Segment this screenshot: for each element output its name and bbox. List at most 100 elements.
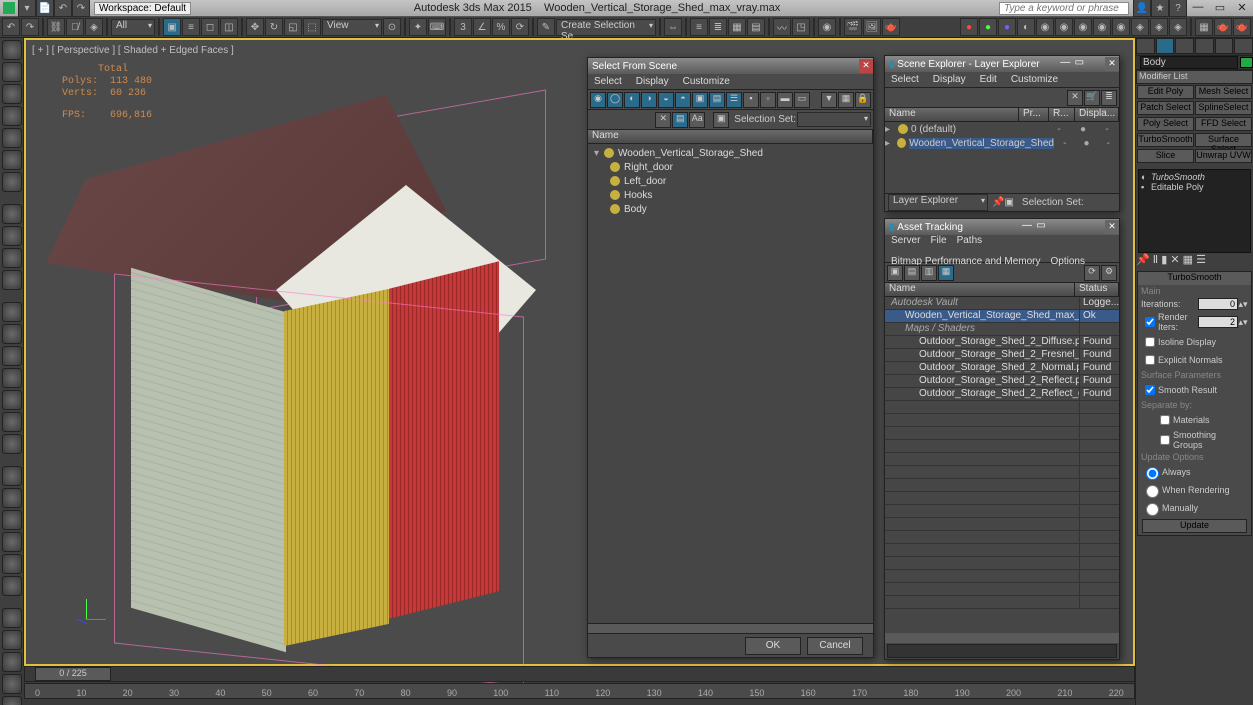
scene-exp-mode-combo[interactable]: Layer Explorer bbox=[888, 194, 988, 211]
geo-d[interactable] bbox=[2, 368, 22, 388]
asset-refresh-icon[interactable]: ⟳ bbox=[1084, 265, 1100, 281]
object-name-field[interactable]: Body bbox=[1140, 56, 1238, 69]
vray-tool-a[interactable]: ◈ bbox=[1131, 18, 1149, 36]
asset-close[interactable]: ✕ bbox=[1105, 220, 1119, 234]
vray-tool-b[interactable]: ◈ bbox=[1150, 18, 1168, 36]
scale-tool[interactable]: ◱ bbox=[284, 18, 302, 36]
filter-cam-icon[interactable]: ◑ bbox=[641, 92, 657, 108]
material-editor-button[interactable]: ◉ bbox=[818, 18, 836, 36]
sep-materials-check[interactable] bbox=[1160, 415, 1170, 425]
layer-row[interactable]: ▸0 (default)-●- bbox=[885, 122, 1119, 136]
asset-row[interactable]: Outdoor_Storage_Shed_2_Fresnel_IOR.pngFo… bbox=[885, 349, 1119, 362]
smooth-result-check[interactable] bbox=[1145, 385, 1155, 395]
vray-cam[interactable]: ◉ bbox=[1074, 18, 1092, 36]
titlebar-tool-4[interactable]: ↷ bbox=[72, 0, 90, 17]
modifier-list-combo[interactable]: Modifier List bbox=[1136, 70, 1253, 84]
view-funnel-icon[interactable]: ▼ bbox=[821, 92, 837, 108]
filter-bone-icon[interactable]: ☰ bbox=[726, 92, 742, 108]
view-lock-icon[interactable]: 🔒 bbox=[855, 92, 871, 108]
filter-c-icon[interactable]: ▬ bbox=[777, 92, 793, 108]
redo-button[interactable]: ↷ bbox=[21, 18, 39, 36]
sphere-preset[interactable] bbox=[2, 40, 22, 60]
asset-menu-file[interactable]: File bbox=[930, 235, 946, 246]
asset-row[interactable]: Outdoor_Storage_Shed_2_Reflect_glossi...… bbox=[885, 388, 1119, 401]
tree-node[interactable]: Right_door bbox=[588, 160, 873, 174]
rendered-frame-button[interactable]: 🖼 bbox=[863, 18, 881, 36]
filter-light-icon[interactable]: ◐ bbox=[624, 92, 640, 108]
scene-exp-pin-icon[interactable]: 📌 bbox=[992, 197, 1004, 208]
bind-button[interactable]: ◈ bbox=[85, 18, 103, 36]
move-tool[interactable]: ✥ bbox=[246, 18, 264, 36]
x-constraint[interactable]: ● bbox=[960, 18, 978, 36]
scene-exp-close[interactable]: ✕ bbox=[1105, 57, 1119, 71]
scene-exp-menu-customize[interactable]: Customize bbox=[1011, 74, 1058, 85]
render-iters-input[interactable] bbox=[1198, 316, 1238, 328]
rotate-tool[interactable]: ↻ bbox=[265, 18, 283, 36]
scene-exp-menu-select[interactable]: Select bbox=[891, 74, 919, 85]
cmd-tab-motion[interactable] bbox=[1195, 38, 1214, 54]
select-tool[interactable]: ▣ bbox=[163, 18, 181, 36]
select-dlg-menu-select[interactable]: Select bbox=[594, 76, 622, 87]
toggle-explorer[interactable]: ▦ bbox=[728, 18, 746, 36]
scene-exp-menu-display[interactable]: Display bbox=[933, 74, 966, 85]
vray-dome[interactable]: ◉ bbox=[1093, 18, 1111, 36]
undo-button[interactable]: ↶ bbox=[2, 18, 20, 36]
view-cols-icon[interactable]: ▦ bbox=[838, 92, 854, 108]
select-dlg-menu-display[interactable]: Display bbox=[636, 76, 669, 87]
select-dlg-ok[interactable]: OK bbox=[745, 637, 801, 655]
asset-row[interactable]: Wooden_Vertical_Storage_Shed_max_vray.ma… bbox=[885, 310, 1119, 323]
stack-show-icon[interactable]: Ⅱ bbox=[1153, 254, 1158, 266]
layers-button[interactable]: ≣ bbox=[709, 18, 727, 36]
helper-d[interactable] bbox=[2, 532, 22, 552]
asset-min[interactable]: — bbox=[1020, 220, 1034, 234]
spinner-snap[interactable]: ⟳ bbox=[511, 18, 529, 36]
asset-row[interactable]: Maps / Shaders bbox=[885, 323, 1119, 336]
cyl-preset[interactable] bbox=[2, 84, 22, 104]
light-preset[interactable] bbox=[2, 248, 22, 268]
select-dlg-hscroll[interactable] bbox=[588, 623, 873, 633]
cmd-tab-modify[interactable] bbox=[1156, 38, 1175, 54]
tree-node[interactable]: Body bbox=[588, 202, 873, 216]
geo-b[interactable] bbox=[2, 324, 22, 344]
explicit-check[interactable] bbox=[1145, 355, 1155, 365]
viewport-label[interactable]: [ + ] [ Perspective ] [ Shaded + Edged F… bbox=[32, 45, 234, 56]
window-crossing-toggle[interactable]: ◫ bbox=[220, 18, 238, 36]
select-region-tool[interactable]: ◻ bbox=[201, 18, 219, 36]
update-button[interactable]: Update bbox=[1142, 519, 1247, 533]
geo-f[interactable] bbox=[2, 412, 22, 432]
layer-row[interactable]: ▸Wooden_Vertical_Storage_Shed-●- bbox=[885, 136, 1119, 150]
asset-ic2[interactable]: ▤ bbox=[904, 265, 920, 281]
select-dlg-menu-customize[interactable]: Customize bbox=[683, 76, 730, 87]
asset-row[interactable]: Autodesk VaultLogge... bbox=[885, 297, 1119, 310]
minimize-button[interactable]: — bbox=[1187, 1, 1209, 15]
helper-b[interactable] bbox=[2, 488, 22, 508]
unlink-button[interactable]: ⛓̸ bbox=[66, 18, 84, 36]
pivot-button[interactable]: ⊙ bbox=[383, 18, 401, 36]
asset-row[interactable]: Outdoor_Storage_Shed_2_Diffuse.pngFound bbox=[885, 336, 1119, 349]
filter-a-icon[interactable]: ▪ bbox=[743, 92, 759, 108]
tube-preset[interactable] bbox=[2, 150, 22, 170]
ribbon-toggle[interactable]: ▤ bbox=[747, 18, 765, 36]
scene-exp-titlebar[interactable]: ▮ Scene Explorer - Layer Explorer — ▭ ✕ bbox=[885, 56, 1119, 72]
btn-ffd-select[interactable]: FFD Select bbox=[1195, 117, 1252, 131]
btn-edit-poly[interactable]: Edit Poly bbox=[1137, 85, 1194, 99]
geo-c[interactable] bbox=[2, 346, 22, 366]
z-constraint[interactable]: ● bbox=[998, 18, 1016, 36]
help-icon[interactable]: ? bbox=[1169, 0, 1187, 17]
find-clear-icon[interactable]: ✕ bbox=[655, 112, 671, 128]
select-dlg-tree[interactable]: ▾Wooden_Vertical_Storage_ShedRight_doorL… bbox=[588, 144, 873, 218]
angle-snap[interactable]: ∠ bbox=[473, 18, 491, 36]
titlebar-tool-2[interactable]: 📄 bbox=[36, 0, 54, 17]
stack-config-icon[interactable]: ▦ bbox=[1183, 254, 1193, 266]
filter-d-icon[interactable]: ▭ bbox=[794, 92, 810, 108]
asset-titlebar[interactable]: ▮ Asset Tracking — ▭ ✕ bbox=[885, 219, 1119, 235]
vray-light-1[interactable]: ◉ bbox=[1036, 18, 1054, 36]
vray-render[interactable]: 🫖 bbox=[1233, 18, 1251, 36]
maximize-button[interactable]: ▭ bbox=[1209, 1, 1231, 15]
vray-render-last[interactable]: 🫖 bbox=[1214, 18, 1232, 36]
helper-c[interactable] bbox=[2, 510, 22, 530]
tree-node[interactable]: Left_door bbox=[588, 174, 873, 188]
time-slider[interactable]: 0 / 225 bbox=[24, 666, 1135, 682]
btn-turbosmooth[interactable]: TurboSmooth bbox=[1137, 133, 1194, 147]
btn-surface-select[interactable]: Surface Select bbox=[1195, 133, 1252, 147]
